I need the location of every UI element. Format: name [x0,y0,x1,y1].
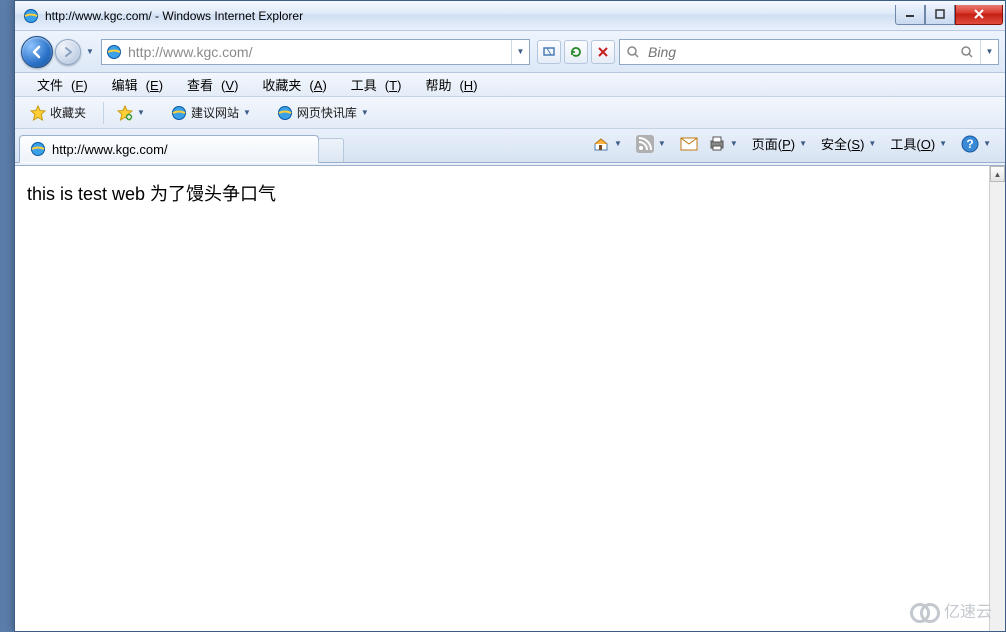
chevron-down-icon: ▼ [979,139,995,148]
tools-menu[interactable]: 工具(O) ▼ [886,132,955,155]
ie-icon [171,105,187,121]
chevron-down-icon: ▼ [357,108,373,117]
new-tab-button[interactable] [318,138,344,162]
menu-view[interactable]: 查看(V) [171,73,246,96]
vertical-scrollbar[interactable]: ▲ [989,166,1005,631]
watermark: 亿速云 [910,598,992,622]
page-body: this is test web 为了馒头争口气 [15,166,989,631]
chevron-down-icon: ▼ [654,139,670,148]
add-favorite-button[interactable]: ▼ [108,102,158,124]
chevron-down-icon: ▼ [935,139,951,148]
feeds-button[interactable]: ▼ [632,133,674,155]
command-bar: ▼ ▼ ▼ 页面(P) ▼ 安全(S) ▼ 工具(O) [586,132,999,155]
mail-icon [680,137,698,151]
refresh-button[interactable] [564,40,588,64]
chevron-down-icon: ▼ [610,139,626,148]
watermark-text: 亿速云 [944,598,992,622]
menu-help[interactable]: 帮助(H) [409,73,485,96]
search-go-icon[interactable] [960,45,974,59]
star-add-icon [117,105,133,121]
chevron-down-icon: ▼ [795,139,811,148]
svg-text:?: ? [966,137,973,151]
address-dropdown[interactable]: ▼ [511,40,529,64]
search-icon [626,45,640,59]
star-icon [30,105,46,121]
menu-bar: 文件(F) 编辑(E) 查看(V) 收藏夹(A) 工具(T) 帮助(H) [15,73,1005,97]
safety-menu[interactable]: 安全(S) ▼ [817,132,884,155]
page-text: this is test web 为了馒头争口气 [27,184,276,204]
separator [103,102,104,124]
search-bar[interactable]: ▼ [619,39,999,65]
favorites-label: 收藏夹 [50,104,86,121]
address-input[interactable] [126,41,511,63]
favorites-button[interactable]: 收藏夹 [21,101,95,124]
web-slice-button[interactable]: 网页快讯库 ▼ [268,101,382,124]
menu-favorites[interactable]: 收藏夹(A) [246,73,334,96]
print-button[interactable]: ▼ [704,133,746,155]
address-bar[interactable]: ▼ [101,39,530,65]
maximize-button[interactable] [925,5,955,25]
home-icon [592,135,610,153]
chevron-down-icon: ▼ [726,139,742,148]
ie-icon [277,105,293,121]
search-input[interactable] [646,41,954,63]
nav-history-dropdown[interactable]: ▼ [83,39,97,65]
back-button[interactable] [21,36,53,68]
chevron-down-icon: ▼ [133,108,149,117]
navigation-bar: ▼ ▼ ▼ [15,31,1005,73]
stop-button[interactable] [591,40,615,64]
ie-window: http://www.kgc.com/ - Windows Internet E… [14,0,1006,632]
ie-icon [23,8,39,24]
tab-title: http://www.kgc.com/ [52,142,168,157]
chevron-down-icon: ▼ [864,139,880,148]
content-area: this is test web 为了馒头争口气 ▲ [15,165,1005,631]
home-button[interactable]: ▼ [588,133,630,155]
webslice-label: 网页快讯库 [297,104,357,121]
ie-icon [30,141,46,157]
search-provider-dropdown[interactable]: ▼ [980,40,998,64]
page-ie-icon [106,44,122,60]
page-menu[interactable]: 页面(P) ▼ [748,132,815,155]
help-button[interactable]: ? ▼ [957,133,999,155]
help-icon: ? [961,135,979,153]
suggested-label: 建议网站 [191,104,239,121]
menu-edit[interactable]: 编辑(E) [96,73,171,96]
scroll-up-button[interactable]: ▲ [990,166,1005,182]
favorites-bar: 收藏夹 ▼ 建议网站 ▼ 网页快讯库 ▼ [15,97,1005,129]
minimize-button[interactable] [895,5,925,25]
chevron-down-icon: ▼ [239,108,255,117]
rss-icon [636,135,654,153]
forward-button[interactable] [55,39,81,65]
window-controls [895,5,1003,27]
close-button[interactable] [955,5,1003,25]
tab-active[interactable]: http://www.kgc.com/ [19,135,319,163]
menu-tools[interactable]: 工具(T) [335,73,410,96]
menu-file[interactable]: 文件(F) [21,73,96,96]
printer-icon [708,135,726,153]
titlebar: http://www.kgc.com/ - Windows Internet E… [15,1,1005,31]
tab-bar: http://www.kgc.com/ ▼ ▼ ▼ 页面(P) ▼ [15,129,1005,163]
window-title: http://www.kgc.com/ - Windows Internet E… [45,9,303,23]
suggested-sites-button[interactable]: 建议网站 ▼ [162,101,264,124]
readmail-button[interactable] [676,135,702,153]
watermark-icon [910,600,940,620]
compatibility-button[interactable] [537,40,561,64]
